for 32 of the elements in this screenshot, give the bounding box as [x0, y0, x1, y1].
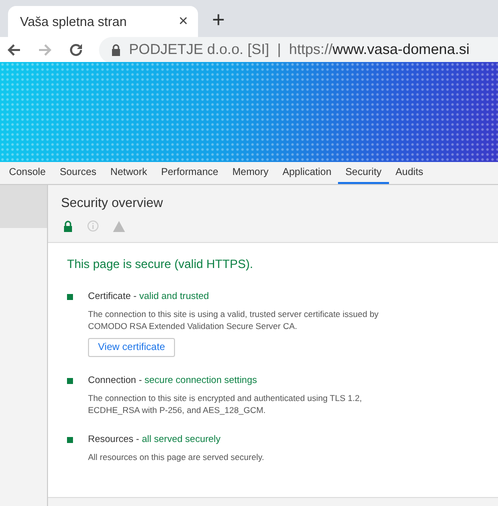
- warning-icon[interactable]: [113, 220, 125, 232]
- forward-arrow-icon[interactable]: [37, 42, 53, 58]
- lock-icon: [111, 44, 121, 56]
- devtools-tab[interactable]: Network: [103, 162, 154, 184]
- item-heading: Resources - all served securely: [88, 434, 222, 446]
- close-tab-button[interactable]: ×: [178, 12, 188, 30]
- devtools-tab[interactable]: Audits: [388, 162, 430, 184]
- address-bar[interactable]: PODJETJE d.o.o. [SI] | https://www.vasa-domena.si: [99, 36, 498, 62]
- devtools-tab[interactable]: Sources: [52, 162, 104, 184]
- browser-tab[interactable]: Vaša spletna stran ×: [8, 6, 198, 37]
- new-tab-button[interactable]: +: [212, 7, 225, 33]
- sidebar-item[interactable]: [0, 185, 47, 228]
- devtools-tab[interactable]: Performance: [154, 162, 226, 184]
- lock-icon[interactable]: [63, 220, 73, 232]
- reload-icon[interactable]: [68, 42, 84, 58]
- item-heading: Connection - secure connection settings: [88, 374, 258, 386]
- info-icon[interactable]: [87, 220, 99, 232]
- separator: |: [277, 42, 281, 58]
- devtools-tab[interactable]: Memory: [225, 162, 276, 184]
- item-description: All resources on this page are served securely.: [88, 451, 266, 464]
- organization-name: PODJETJE d.o.o. [SI]: [129, 42, 270, 58]
- devtools-tab[interactable]: Application: [275, 162, 338, 184]
- item-heading: Certificate - valid and trusted: [88, 291, 210, 302]
- back-arrow-icon[interactable]: [6, 42, 22, 58]
- devtools-tab[interactable]: Console: [2, 162, 53, 184]
- panel-title: Security overview: [61, 195, 164, 210]
- security-summary: This page is secure (valid HTTPS).: [67, 257, 254, 271]
- item-description: The connection to this site is encrypted and authenticated using TLS 1.2, ECDHE_RSA with P-256, and AES_128_GCM.: [88, 392, 363, 416]
- url-text: https://www.vasa-domena.si: [289, 42, 470, 58]
- view-certificate-button[interactable]: View certificate: [88, 338, 176, 357]
- item-description: The connection to this site is using a valid, trusted server certificate issued by COMODO RSA Extended Validation Secure Server CA.: [88, 308, 380, 333]
- tab-title: Vaša spletna stran: [20, 14, 127, 29]
